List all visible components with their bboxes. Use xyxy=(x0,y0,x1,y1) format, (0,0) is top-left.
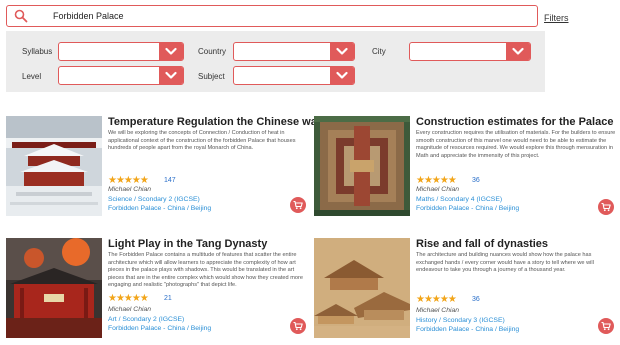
course-description: The architecture and building nuances wo… xyxy=(416,252,594,274)
course-title[interactable]: Rise and fall of dynasties xyxy=(416,238,548,250)
star-rating-icon: ★★★★★ xyxy=(416,294,457,305)
subject-select[interactable] xyxy=(233,66,355,85)
location-link[interactable]: Forbidden Palace - China / Beijing xyxy=(416,205,519,212)
add-to-cart-button[interactable] xyxy=(290,318,306,334)
add-to-cart-button[interactable] xyxy=(290,197,306,213)
search-input[interactable] xyxy=(53,8,523,24)
course-thumbnail[interactable] xyxy=(314,116,410,216)
rating-count: 36 xyxy=(472,177,480,184)
course-thumbnail[interactable] xyxy=(6,116,102,216)
add-to-cart-button[interactable] xyxy=(598,199,614,215)
chevron-down-icon[interactable] xyxy=(506,43,530,60)
star-rating-icon: ★★★★★ xyxy=(416,175,457,186)
rating-count: 21 xyxy=(164,295,172,302)
star-rating-icon: ★★★★★ xyxy=(108,175,149,186)
course-description: The Forbidden Palace contains a multitud… xyxy=(108,252,303,289)
cart-icon xyxy=(293,321,303,331)
location-link[interactable]: Forbidden Palace - China / Beijing xyxy=(108,325,211,332)
course-subject-link[interactable]: Maths / Scondary 4 (IGCSE) xyxy=(416,196,502,203)
course-description: Every construction requires the utilisat… xyxy=(416,130,616,159)
level-label: Level xyxy=(22,72,42,81)
cart-icon xyxy=(601,321,611,331)
course-title[interactable]: Light Play in the Tang Dynasty xyxy=(108,238,267,250)
course-subject-link[interactable]: Art / Scondary 2 (IGCSE) xyxy=(108,316,184,323)
chevron-down-icon[interactable] xyxy=(330,43,354,60)
location-link[interactable]: Forbidden Palace - China / Beijing xyxy=(416,326,519,333)
syllabus-select[interactable] xyxy=(58,42,184,61)
author-name: Michael Chian xyxy=(416,307,460,314)
add-to-cart-button[interactable] xyxy=(598,318,614,334)
chevron-down-icon[interactable] xyxy=(159,43,183,60)
course-card[interactable]: Construction estimates for the Palace Ev… xyxy=(314,116,616,220)
course-description: We will be exploring the concepts of Con… xyxy=(108,130,296,152)
cart-icon xyxy=(293,200,303,210)
syllabus-label: Syllabus xyxy=(22,47,53,56)
course-card[interactable]: Light Play in the Tang Dynasty The Forbi… xyxy=(6,238,308,342)
author-name: Michael Chian xyxy=(108,306,152,313)
course-thumbnail[interactable] xyxy=(314,238,410,338)
star-rating-icon: ★★★★★ xyxy=(108,293,149,304)
level-select[interactable] xyxy=(58,66,184,85)
chevron-down-icon[interactable] xyxy=(159,67,183,84)
course-title[interactable]: Temperature Regulation the Chinese way xyxy=(108,116,323,128)
page: Filters Syllabus Country City Level S xyxy=(0,0,620,345)
author-name: Michael Chian xyxy=(416,186,460,193)
course-thumbnail[interactable] xyxy=(6,238,102,338)
cart-icon xyxy=(601,202,611,212)
course-subject-link[interactable]: History / Scondary 3 (IGCSE) xyxy=(416,317,505,324)
course-subject-link[interactable]: Science / Scondary 2 (IGCSE) xyxy=(108,196,200,203)
chevron-down-icon[interactable] xyxy=(330,67,354,84)
rating-count: 147 xyxy=(164,177,176,184)
city-select[interactable] xyxy=(409,42,531,61)
course-card[interactable]: Temperature Regulation the Chinese way W… xyxy=(6,116,323,220)
country-label: Country xyxy=(198,47,227,56)
country-select[interactable] xyxy=(233,42,355,61)
course-card[interactable]: Rise and fall of dynasties The architect… xyxy=(314,238,616,342)
search-icon[interactable] xyxy=(14,9,28,23)
subject-label: Subject xyxy=(198,72,225,81)
search-bar[interactable] xyxy=(6,5,538,27)
filter-panel: Syllabus Country City Level Subject xyxy=(6,31,545,92)
rating-count: 36 xyxy=(472,296,480,303)
filters-link[interactable]: Filters xyxy=(544,13,569,23)
author-name: Michael Chian xyxy=(108,186,152,193)
location-link[interactable]: Forbidden Palace - China / Beijing xyxy=(108,205,211,212)
course-title[interactable]: Construction estimates for the Palace xyxy=(416,116,613,128)
city-label: City xyxy=(372,47,386,56)
